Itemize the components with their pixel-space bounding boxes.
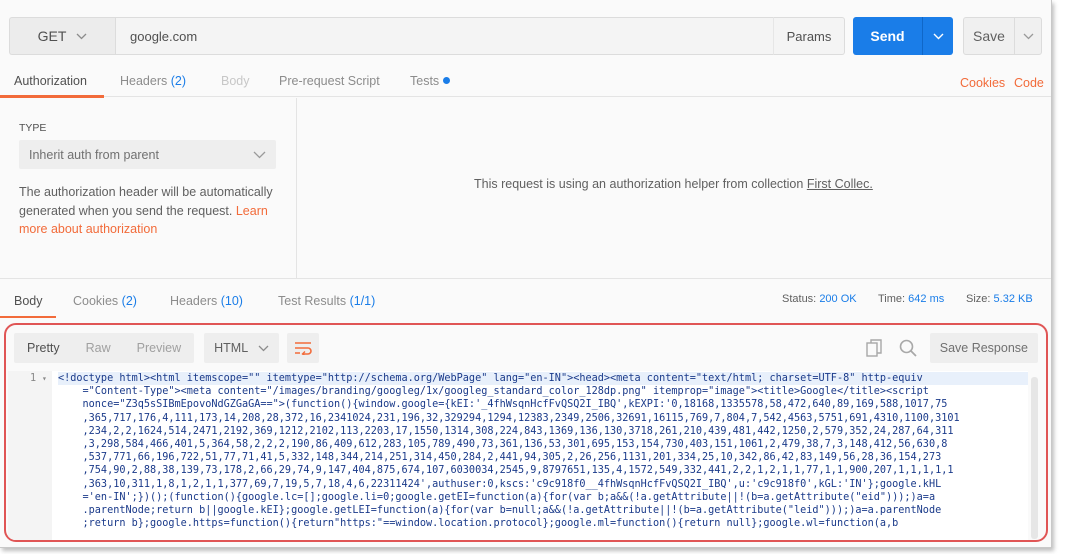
search-icon	[899, 339, 917, 357]
tab-label: Cookies	[73, 294, 119, 308]
code-link[interactable]: Code	[1014, 76, 1044, 90]
response-time: Time: 642 ms	[878, 293, 944, 305]
method-select[interactable]: GET	[9, 17, 115, 55]
tab-count: (2)	[170, 74, 187, 88]
chevron-down-icon	[253, 151, 266, 158]
code-line: ,754,90,2,88,38,139,73,178,2,66,29,74,9,…	[58, 465, 954, 477]
tab-label: Headers	[120, 74, 168, 88]
response-tab-cookies[interactable]: Cookies (2)	[73, 294, 137, 308]
save-button[interactable]: Save	[963, 17, 1042, 55]
tab-count: (2)	[121, 294, 137, 308]
response-toolbar: Pretty Raw Preview HTML	[14, 333, 320, 363]
save-dropdown-button[interactable]	[1014, 18, 1041, 54]
save-label: Save	[973, 28, 1005, 44]
copy-icon	[866, 339, 882, 357]
type-label: TYPE	[19, 122, 47, 134]
send-label: Send	[870, 28, 905, 44]
tab-label: Body	[14, 294, 43, 308]
app-window: GET google.com Params Send Save Authoriz…	[0, 0, 1052, 548]
tab-tests[interactable]: Tests	[410, 63, 451, 97]
view-pretty-button[interactable]: Pretty	[14, 333, 73, 363]
time-label: Time:	[878, 293, 906, 305]
auth-description-text: The authorization header will be automat…	[19, 185, 273, 218]
tab-label: Tests	[410, 74, 440, 88]
copy-button[interactable]	[862, 333, 886, 363]
tab-count: (1/1)	[349, 294, 376, 308]
url-text: google.com	[130, 28, 198, 44]
code-line: ="Content-Type"><meta content="/images/b…	[58, 386, 929, 398]
wrap-lines-button[interactable]	[287, 333, 320, 363]
tab-headers[interactable]: Headers (2)	[120, 63, 186, 97]
response-tab-headers[interactable]: Headers (10)	[170, 294, 243, 308]
line-number: 1	[30, 373, 37, 384]
response-tab-test-results[interactable]: Test Results (1/1)	[278, 294, 375, 308]
section-divider	[0, 278, 1051, 279]
view-mode-group: Pretty Raw Preview	[14, 333, 195, 363]
code-line: ='en-IN';})();(function(){google.lc=[];g…	[58, 491, 936, 503]
vertical-scrollbar[interactable]	[1031, 377, 1038, 539]
tab-label: Test Results	[278, 294, 347, 308]
chevron-down-icon	[1023, 33, 1033, 39]
wrap-lines-icon	[295, 342, 312, 355]
auth-type-select[interactable]: Inherit auth from parent	[19, 140, 276, 169]
size-value: 5.32 KB	[993, 293, 1033, 305]
line-gutter: 1 ▾	[8, 371, 52, 540]
code-lines: <!doctype html><html itemscope="" itemty…	[58, 372, 1028, 530]
request-bar: GET google.com Params	[9, 17, 845, 55]
view-raw-button[interactable]: Raw	[73, 333, 124, 363]
auth-type-value: Inherit auth from parent	[29, 147, 159, 162]
code-line: ,363,10,311,1,8,1,2,1,1,377,69,7,19,5,7,…	[58, 478, 942, 490]
auth-message-text: This request is using an authorization h…	[474, 177, 804, 191]
tab-label: Authorization	[14, 74, 87, 88]
tab-count: (10)	[220, 294, 243, 308]
auth-helper-message: This request is using an authorization h…	[474, 177, 873, 191]
status-label: Status:	[782, 293, 817, 305]
code-line: nonce="Z3q5sSIBmEpovoNdGZGaGA==">(functi…	[58, 399, 948, 411]
request-tabs: Authorization Headers (2) Body Pre-reque…	[0, 63, 1051, 97]
response-status: Status: 200 OK	[782, 293, 857, 305]
url-input[interactable]: google.com	[115, 17, 773, 55]
tab-body[interactable]: Body	[221, 63, 250, 97]
code-line: ,234,2,2,1624,514,2471,2192,369,1212,210…	[58, 425, 954, 437]
code-line: .parentNode;return b||google.kEI};google…	[58, 504, 942, 516]
response-actions: Save Response	[862, 333, 1038, 363]
cookies-link[interactable]: Cookies	[960, 76, 1005, 90]
code-line: <!doctype html><html itemscope="" itemty…	[58, 372, 1028, 386]
code-line: ;return b};google.https=function(){retur…	[58, 518, 899, 530]
tests-indicator-dot	[443, 77, 451, 84]
time-value: 642 ms	[908, 293, 945, 305]
code-line: ,365,717,176,4,111,173,14,208,28,372,16,…	[58, 412, 960, 424]
chevron-down-icon	[76, 33, 87, 39]
code-line: ,537,771,66,196,722,51,77,71,41,5,332,14…	[58, 452, 942, 464]
response-body-panel: Pretty Raw Preview HTML Save Response 1 …	[4, 323, 1048, 542]
method-label: GET	[37, 28, 67, 44]
chevron-down-icon	[258, 345, 269, 351]
size-label: Size:	[966, 293, 991, 305]
chevron-down-icon	[933, 33, 943, 39]
format-select[interactable]: HTML	[204, 333, 280, 363]
tab-label: Body	[221, 74, 250, 88]
format-value: HTML	[214, 341, 249, 355]
search-button[interactable]	[896, 333, 920, 363]
send-button[interactable]: Send	[853, 17, 953, 55]
params-button[interactable]: Params	[773, 17, 845, 55]
response-active-tab-indicator	[0, 316, 56, 318]
save-response-button[interactable]: Save Response	[929, 333, 1038, 363]
response-size: Size: 5.32 KB	[966, 293, 1033, 305]
code-viewer[interactable]: 1 ▾ <!doctype html><html itemscope="" it…	[8, 371, 1028, 540]
view-preview-button[interactable]: Preview	[124, 333, 194, 363]
tab-authorization[interactable]: Authorization	[14, 63, 87, 97]
tab-label: Pre-request Script	[279, 74, 380, 88]
fold-arrow-icon[interactable]: ▾	[42, 372, 47, 385]
status-value: 200 OK	[819, 293, 857, 305]
auth-description: The authorization header will be automat…	[19, 183, 281, 239]
params-label: Params	[786, 28, 832, 44]
response-tab-body[interactable]: Body	[14, 294, 43, 308]
collection-link[interactable]: First Collec.	[807, 177, 873, 191]
tab-label: Headers	[170, 294, 218, 308]
code-line: ,3,298,584,466,401,5,364,58,2,2,2,190,86…	[58, 438, 948, 450]
tab-pre-request-script[interactable]: Pre-request Script	[279, 63, 380, 97]
send-dropdown-button[interactable]	[922, 17, 953, 55]
